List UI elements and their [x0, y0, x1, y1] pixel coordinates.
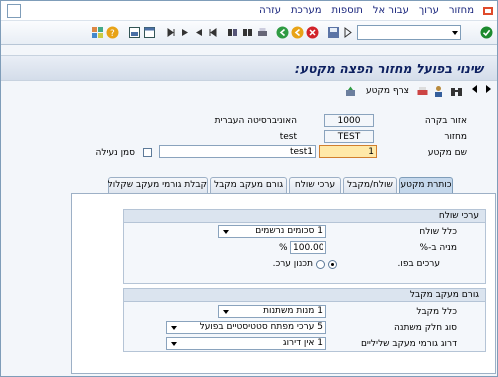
segment-name-field[interactable]	[319, 145, 377, 158]
negative-tracing-scaling-label: דרוג גורמי מעקב שליליים	[360, 339, 457, 349]
attach-segment-icon[interactable]	[344, 85, 357, 98]
chevron-down-icon	[452, 31, 458, 35]
tab-segment-header[interactable]: כותרת מקטע	[399, 177, 453, 194]
first-page-icon[interactable]	[208, 26, 221, 39]
control-area-label: אזור בקרה	[424, 116, 467, 126]
menu-item-cycle[interactable]: מחזור	[444, 5, 479, 16]
next-nav-button[interactable]	[486, 85, 491, 93]
receiver-tracing-group-header: גורם מעקב מקבל	[124, 289, 485, 302]
command-field[interactable]	[357, 25, 461, 40]
receiver-rule-label: כלל מקבל	[416, 307, 457, 317]
find-next-icon[interactable]	[226, 26, 239, 39]
variable-portion-type-value: 5 ערכי מפתח סטטיסטיים בפועל	[199, 322, 323, 332]
menu-item-goto[interactable]: עבור אל	[368, 5, 414, 16]
window-controls-icon[interactable]	[7, 4, 21, 18]
chevron-down-icon	[223, 230, 229, 234]
cycle-field[interactable]	[324, 130, 374, 143]
standard-toolbar: ?	[1, 21, 497, 45]
plan-values-radio[interactable]	[316, 260, 325, 269]
chevron-down-icon	[171, 342, 177, 346]
green-arrow-back-icon[interactable]	[276, 26, 289, 39]
control-area-field[interactable]	[324, 114, 374, 127]
shortcut-icon[interactable]	[128, 26, 141, 39]
tab-sender-receiver[interactable]: שולח/מקבל	[343, 177, 397, 194]
lock-indicator-checkbox[interactable]	[143, 148, 152, 157]
menu-item-help[interactable]: עזרה	[254, 5, 286, 16]
sender-rule-value: 1 סכומים נרשמים	[255, 226, 323, 236]
segment-description-field[interactable]	[159, 145, 316, 158]
receiver-rule-value: 1 מנות משתנות	[263, 306, 323, 316]
print-icon[interactable]	[256, 26, 269, 39]
cycle-label: מחזור	[444, 132, 467, 142]
negative-tracing-scaling-dropdown[interactable]: 1 אין דירוג	[166, 337, 326, 350]
lock-indicator-label: סמן נעילה	[95, 148, 135, 158]
chevron-down-icon	[223, 310, 229, 314]
control-area-description: האוניברסיטה העברית	[214, 116, 297, 126]
application-toolbar: צרף מקטע	[1, 81, 497, 103]
menu-item-extras[interactable]: תוספות	[327, 5, 368, 16]
variable-portion-type-label: סוג חלק משתנה	[394, 323, 457, 333]
attach-segment-button[interactable]: צרף מקטע	[366, 86, 409, 96]
plan-values-label: תכנון ערכ.	[272, 259, 313, 269]
tab-strip: כותרת מקטע שולח/מקבל ערכי שולח גורם מעקב…	[78, 177, 453, 194]
next-page-icon[interactable]	[178, 26, 191, 39]
percent-unit-label: %	[279, 243, 288, 253]
last-page-icon[interactable]	[163, 26, 176, 39]
layout-menu-icon[interactable]	[91, 26, 104, 39]
green-check-icon[interactable]	[480, 26, 493, 39]
cycle-description: test	[279, 132, 297, 142]
triangle-right-icon	[486, 85, 491, 93]
variable-portion-type-dropdown[interactable]: 5 ערכי מפתח סטטיסטיים בפועל	[166, 321, 326, 334]
negative-tracing-scaling-value: 1 אין דירוג	[282, 338, 323, 348]
tab-receiver-tracing-factor[interactable]: גורם מעקב מקבל	[210, 177, 287, 194]
person-icon[interactable]	[432, 85, 445, 98]
share-percent-field[interactable]	[290, 241, 326, 254]
previous-nav-button[interactable]	[472, 85, 477, 93]
actual-values-label: ערכים בפו.	[397, 259, 440, 269]
menu-item-edit[interactable]: ערוך	[414, 5, 444, 16]
red-cancel-icon[interactable]	[306, 26, 319, 39]
svg-text:?: ?	[110, 29, 115, 39]
previous-page-icon[interactable]	[193, 26, 206, 39]
menu-item-system[interactable]: מערכת	[286, 5, 327, 16]
page-title: שינוי בפועל מחזור הפצה מקטע:	[294, 60, 483, 76]
sap-window: מחזור ערוך עבור אל תוספות מערכת עזרה ? ש…	[0, 0, 498, 377]
window-menu-icon[interactable]	[483, 7, 493, 15]
sender-values-group-header: ערכי שולח	[124, 210, 485, 223]
actual-values-radio[interactable]	[328, 260, 337, 269]
segment-name-label: שם מקטע	[427, 148, 467, 158]
find-icon[interactable]	[241, 26, 254, 39]
new-session-icon[interactable]	[143, 26, 156, 39]
play-icon[interactable]	[341, 26, 354, 39]
tab-sender-values[interactable]: ערכי שולח	[289, 177, 341, 194]
receiver-rule-dropdown[interactable]: 1 מנות משתנות	[218, 305, 326, 318]
chevron-down-icon	[171, 326, 177, 330]
binoculars-icon[interactable]	[450, 85, 463, 98]
yellow-exit-icon[interactable]	[291, 26, 304, 39]
share-percent-label: מניה ב-%	[419, 243, 457, 253]
tab-receiver-weighting-factors[interactable]: קבלת גורמי מעקב שקלול	[108, 177, 208, 194]
sender-rule-dropdown[interactable]: 1 סכומים נרשמים	[218, 225, 326, 238]
help-icon[interactable]: ?	[106, 26, 119, 39]
sender-rule-label: כלל שולח	[419, 227, 457, 237]
triangle-left-icon	[472, 85, 477, 93]
save-icon[interactable]	[327, 26, 340, 39]
printer-icon[interactable]	[416, 85, 429, 98]
screen-title-bar: שינוי בפועל מחזור הפצה מקטע:	[1, 55, 497, 81]
menu-bar: מחזור ערוך עבור אל תוספות מערכת עזרה	[1, 1, 497, 21]
